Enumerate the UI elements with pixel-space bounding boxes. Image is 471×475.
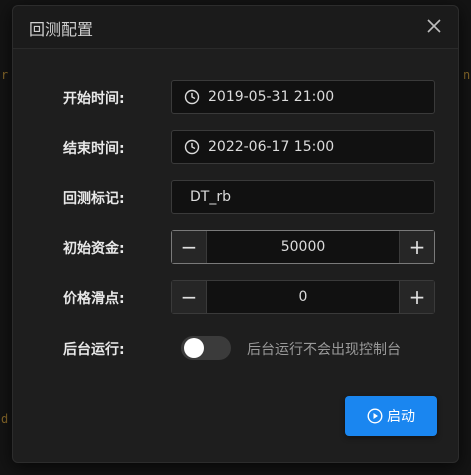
start-time-value: 2019-05-31 21:00	[208, 89, 335, 105]
capital-increment-button[interactable]: +	[399, 231, 434, 263]
start-time-label: 开始时间:	[63, 91, 125, 107]
background-run-label: 后台运行:	[63, 342, 125, 358]
play-circle-icon	[367, 408, 383, 424]
backtest-config-dialog: 回测配置 开始时间: 2019-05-31 21:00 结束时间: 2022-0…	[12, 5, 459, 463]
toggle-knob	[184, 338, 204, 358]
slippage-stepper[interactable]: − 0 +	[171, 280, 435, 314]
background-run-hint: 后台运行不会出现控制台	[247, 342, 401, 358]
slippage-decrement-button[interactable]: −	[172, 281, 207, 313]
tag-value: DT_rb	[190, 189, 231, 205]
background-code-glyph: d	[1, 412, 9, 426]
start-button[interactable]: 启动	[345, 396, 437, 436]
dialog-title: 回测配置	[29, 20, 94, 39]
start-button-label: 启动	[387, 409, 415, 425]
clock-icon	[184, 89, 200, 105]
close-icon[interactable]	[424, 16, 444, 36]
start-time-field[interactable]: 2019-05-31 21:00	[171, 80, 435, 114]
slippage-increment-button[interactable]: +	[399, 281, 434, 313]
capital-value[interactable]: 50000	[207, 231, 399, 263]
end-time-value: 2022-06-17 15:00	[208, 139, 335, 155]
tag-input[interactable]: DT_rb	[171, 180, 435, 214]
capital-decrement-button[interactable]: −	[172, 231, 207, 263]
slippage-label: 价格滑点:	[63, 291, 125, 307]
capital-label: 初始资金:	[63, 241, 125, 257]
background-code-glyph: r	[1, 68, 9, 82]
dialog-titlebar: 回测配置	[13, 6, 458, 49]
capital-stepper[interactable]: − 50000 +	[171, 230, 435, 264]
end-time-label: 结束时间:	[63, 141, 125, 157]
background-code-glyph: n	[463, 68, 471, 82]
background-run-toggle[interactable]	[181, 336, 231, 360]
end-time-field[interactable]: 2022-06-17 15:00	[171, 130, 435, 164]
tag-label: 回测标记:	[63, 191, 125, 207]
slippage-value[interactable]: 0	[207, 281, 399, 313]
clock-icon	[184, 139, 200, 155]
